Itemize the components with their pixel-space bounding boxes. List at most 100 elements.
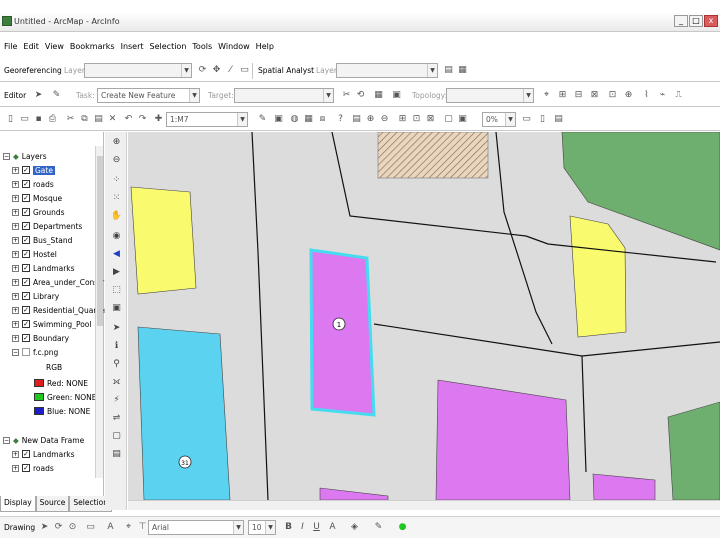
paste-icon[interactable]: ▤ xyxy=(92,113,105,126)
layer-library[interactable]: + ✓ Library xyxy=(12,290,59,302)
arccatalog-icon[interactable]: ◍ xyxy=(288,113,301,126)
collapse-icon[interactable]: − xyxy=(3,152,10,160)
split-tool-icon[interactable]: ✂ xyxy=(340,89,353,102)
create-viewer-icon[interactable]: ▢ xyxy=(110,430,123,442)
copy-icon[interactable]: ⧉ xyxy=(78,113,91,126)
task-combo[interactable]: Create New Feature ▼ xyxy=(97,88,200,103)
whats-this-icon[interactable]: ? xyxy=(334,113,347,126)
layout-icon[interactable]: ▤ xyxy=(350,113,363,126)
department-building-bottom-right[interactable] xyxy=(592,473,656,500)
checkbox-icon[interactable]: ✓ xyxy=(22,250,30,258)
fixed-zoom-in-icon[interactable]: ⁘ xyxy=(110,174,123,186)
font-color-icon[interactable]: A xyxy=(326,521,339,534)
attributes-icon[interactable]: ▦ xyxy=(372,89,385,102)
checkbox-icon[interactable]: ✓ xyxy=(22,450,30,458)
new-document-icon[interactable]: ▯ xyxy=(4,113,17,126)
editor-toolbar-icon[interactable]: ✎ xyxy=(256,113,269,126)
modify-edge-icon[interactable]: ⌁ xyxy=(656,89,669,102)
menu-file[interactable]: File xyxy=(3,40,18,56)
rotate-feature-icon[interactable]: ⟲ xyxy=(354,89,367,102)
layer-raster[interactable]: − f.c.png xyxy=(12,346,58,358)
green-ground-area[interactable] xyxy=(667,401,720,500)
department-building-center[interactable] xyxy=(435,379,571,500)
add-control-points-icon[interactable]: ⁄ xyxy=(224,64,237,77)
expand-icon[interactable]: + xyxy=(12,464,19,472)
italic-button[interactable]: I xyxy=(296,521,309,534)
layer-area-under-construction[interactable]: + ✓ Area_under_Constr xyxy=(12,276,104,288)
pan-page-icon[interactable]: ⊞ xyxy=(396,113,409,126)
swimming-pool-area[interactable] xyxy=(137,326,231,500)
zoom-100-icon[interactable]: ⊠ xyxy=(424,113,437,126)
pan-icon[interactable]: ✋ xyxy=(110,210,123,222)
expand-icon[interactable]: + xyxy=(12,278,19,286)
menu-tools[interactable]: Tools xyxy=(191,40,213,56)
menu-window[interactable]: Window xyxy=(217,40,251,56)
link-table-icon[interactable]: ▭ xyxy=(238,64,251,77)
print-icon[interactable]: ⎙ xyxy=(46,113,59,126)
fixed-zoom-icon[interactable]: ▢ xyxy=(442,113,455,126)
histogram-icon[interactable]: ▤ xyxy=(442,64,455,77)
add-data-icon[interactable]: ✚ xyxy=(152,113,165,126)
expand-icon[interactable]: + xyxy=(12,334,19,342)
checkbox-icon[interactable]: ✓ xyxy=(22,194,30,202)
fixed-zoom-out-icon[interactable]: ⁙ xyxy=(110,192,123,204)
arctoolbox-icon[interactable]: ▣ xyxy=(272,113,285,126)
department-building-bottom-left[interactable] xyxy=(319,487,389,500)
undo-icon[interactable]: ↶ xyxy=(122,113,135,126)
checkbox-icon[interactable]: ✓ xyxy=(22,278,30,286)
line-color-icon[interactable]: ✎ xyxy=(372,521,385,534)
error-inspector-icon[interactable]: ⊠ xyxy=(588,89,601,102)
close-button[interactable]: x xyxy=(704,15,718,27)
open-icon[interactable]: ▭ xyxy=(18,113,31,126)
map-canvas[interactable]: 1 31 xyxy=(128,132,720,500)
fix-error-icon[interactable]: ⊟ xyxy=(572,89,585,102)
checkbox-icon[interactable]: ✓ xyxy=(22,180,30,188)
select-features-icon[interactable]: ⬚ xyxy=(110,284,123,296)
topology-tool-icon[interactable]: ⎍ xyxy=(672,89,685,102)
menu-bookmarks[interactable]: Bookmarks xyxy=(69,40,116,56)
zoom-in-icon[interactable]: ⊕ xyxy=(110,136,123,148)
font-combo[interactable]: Arial ▼ xyxy=(148,520,244,535)
menu-help[interactable]: Help xyxy=(255,40,275,56)
checkbox-icon[interactable]: ✓ xyxy=(22,166,30,174)
menu-edit[interactable]: Edit xyxy=(22,40,40,56)
checkbox-icon[interactable]: ✓ xyxy=(22,306,30,314)
maximize-button[interactable]: □ xyxy=(689,15,703,27)
previous-extent-icon[interactable]: ▣ xyxy=(456,113,469,126)
delete-icon[interactable]: ✕ xyxy=(106,113,119,126)
yellow-building-right[interactable] xyxy=(569,215,627,338)
georef-layer-combo[interactable]: ▼ xyxy=(84,63,192,78)
expand-icon[interactable]: + xyxy=(12,292,19,300)
checkbox-icon[interactable]: ✓ xyxy=(22,236,30,244)
toc-scrollbar[interactable] xyxy=(95,146,103,478)
find-icon[interactable]: ⚲ xyxy=(110,358,123,370)
menu-selection[interactable]: Selection xyxy=(149,40,188,56)
frame2-layer-landmarks[interactable]: + ✓ Landmarks xyxy=(12,448,75,460)
contour-icon[interactable]: ▦ xyxy=(456,64,469,77)
select-elements-icon[interactable]: ▣ xyxy=(110,302,123,314)
georeferencing-menu[interactable]: Georeferencing xyxy=(4,66,62,75)
layers-root[interactable]: − ◆ Layers xyxy=(3,150,47,162)
target-combo[interactable]: ▼ xyxy=(234,88,334,103)
fill-color-icon[interactable]: ◈ xyxy=(348,521,361,534)
spatial-layer-combo[interactable]: ▼ xyxy=(336,63,438,78)
zoom-to-selected-icon[interactable]: ⊙ xyxy=(66,521,79,534)
map-topology-icon[interactable]: ⊡ xyxy=(606,89,619,102)
sketch-tool-icon[interactable]: ✎ xyxy=(50,89,63,102)
marker-color-icon[interactable]: ● xyxy=(396,521,409,534)
full-extent-icon[interactable]: ◉ xyxy=(110,230,123,242)
checkbox-icon[interactable]: ✓ xyxy=(22,334,30,342)
layer-landmarks[interactable]: + ✓ Landmarks xyxy=(12,262,75,274)
rotate-icon[interactable]: ⟳ xyxy=(196,64,209,77)
expand-icon[interactable]: + xyxy=(12,264,19,272)
checkbox-icon[interactable]: ✓ xyxy=(22,264,30,272)
map-horizontal-scrollbar[interactable] xyxy=(128,500,720,510)
new-data-frame[interactable]: − ◆ New Data Frame xyxy=(3,434,84,446)
text-icon[interactable]: A xyxy=(104,521,117,534)
select-elements-icon[interactable]: ➤ xyxy=(38,521,51,534)
edit-arrow-icon[interactable]: ➤ xyxy=(32,89,45,102)
layer-bus-stand[interactable]: + ✓ Bus_Stand xyxy=(12,234,72,246)
redo-icon[interactable]: ↷ xyxy=(136,113,149,126)
cut-icon[interactable]: ✂ xyxy=(64,113,77,126)
map-scale-combo[interactable]: 1:M7 ▼ xyxy=(166,112,248,127)
